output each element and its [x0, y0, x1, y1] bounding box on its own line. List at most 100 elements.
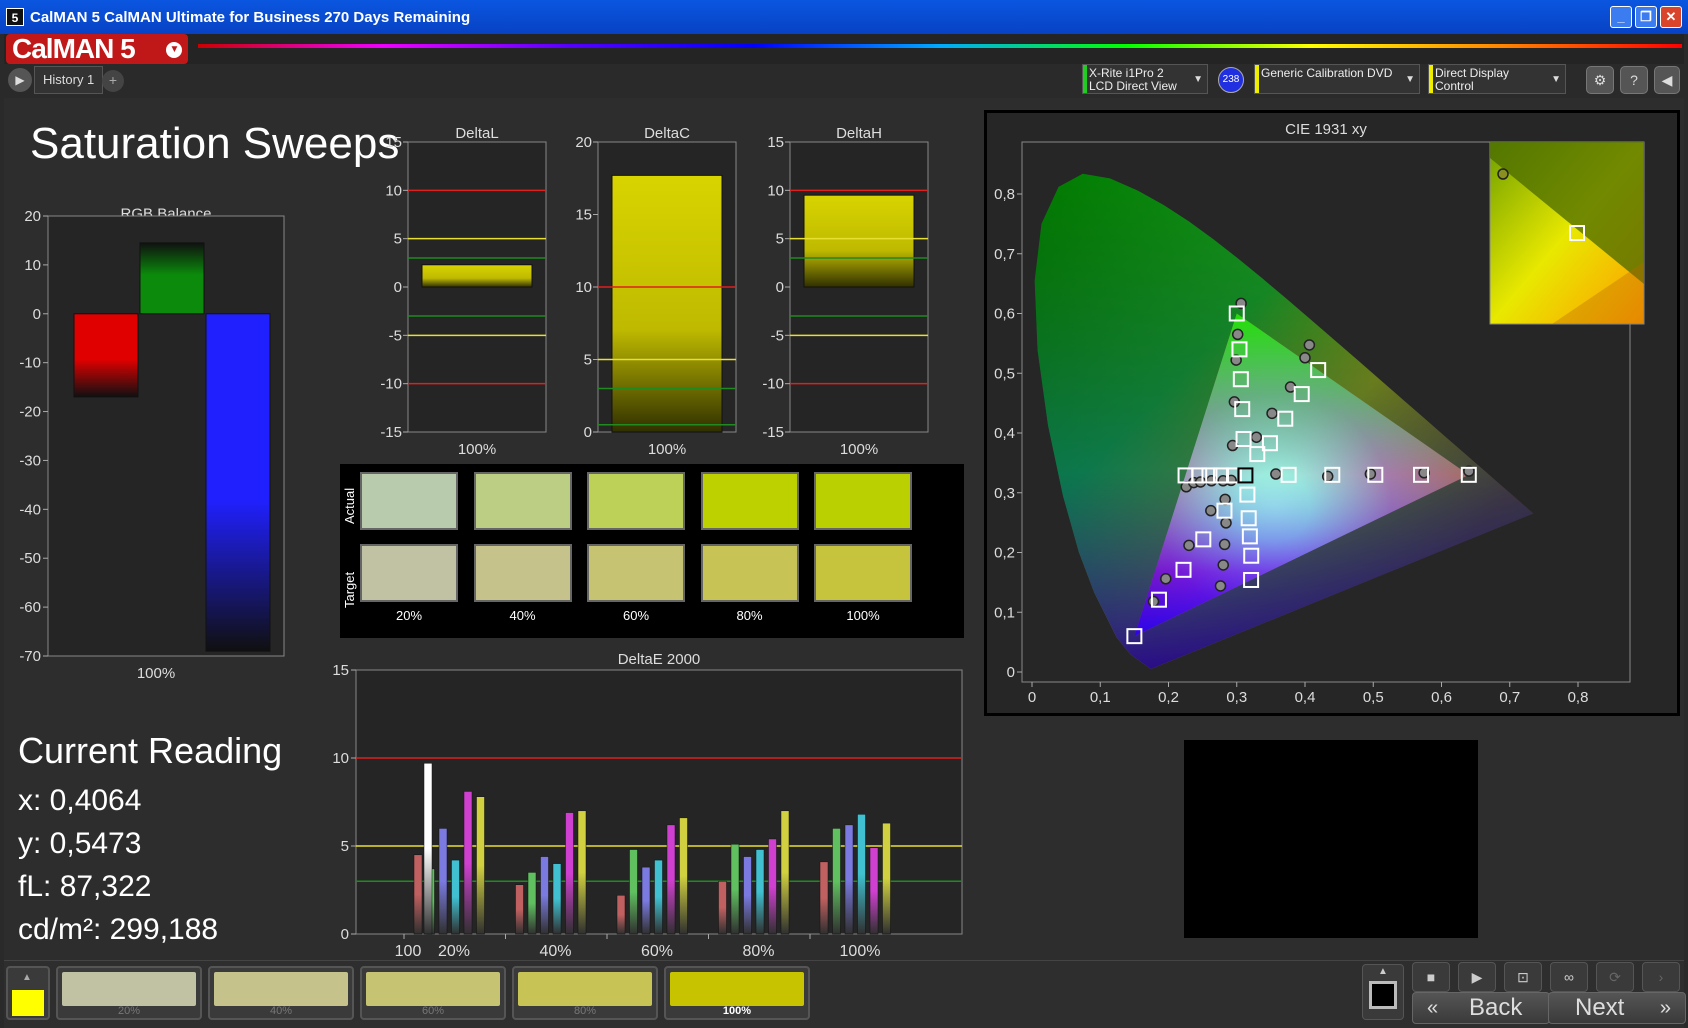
- measure-single-icon[interactable]: ⊡: [1504, 962, 1542, 992]
- rgb-balance-chart: RGB Balance20100-10-20-30-40-50-60-70100…: [19, 208, 285, 682]
- refresh-icon[interactable]: ⟳: [1596, 962, 1634, 992]
- actual-swatch: [814, 472, 912, 530]
- play-arrow-icon[interactable]: ▶: [8, 68, 32, 92]
- measured-point: [1321, 470, 1334, 483]
- x-tick-label: 0,3: [1226, 689, 1247, 706]
- deltae-bar: [819, 861, 829, 935]
- point-swatch-fill: [214, 972, 348, 1006]
- swatch-column-label: 80%: [736, 608, 763, 623]
- deltae-bar: [666, 824, 676, 935]
- x-tick-label: 0,7: [1499, 689, 1520, 706]
- meter-badge[interactable]: 238: [1218, 67, 1244, 93]
- x-tick-label: 0,4: [1295, 689, 1316, 706]
- deltae-2000-chart: DeltaE 2000 15 10 5 0 100 20% 40% 60% 80% 100%: [332, 651, 963, 960]
- swatch-grid: Actual Target 20% 40% 60% 80% 100%: [340, 464, 964, 638]
- tab-history-1[interactable]: History 1: [34, 66, 104, 94]
- measured-point: [1147, 595, 1160, 608]
- y-tick-label: 0,6: [994, 306, 1015, 323]
- measured-point: [1214, 580, 1227, 592]
- measured-point: [1231, 328, 1244, 341]
- point-swatch-button[interactable]: 100%: [664, 966, 810, 1020]
- calman-menu-button[interactable]: CalMAN 5 ▼: [6, 34, 188, 64]
- point-swatch-label: 100%: [722, 1005, 752, 1017]
- deltae-bar: [540, 856, 549, 935]
- y-tick-label: 5: [584, 352, 592, 369]
- measured-point: [1266, 407, 1278, 420]
- deltae-bar: [527, 872, 537, 935]
- y-tick-label: 0,5: [994, 365, 1015, 382]
- deltae-bar: [565, 812, 574, 935]
- source-color-stripe: [1255, 65, 1259, 93]
- continuous-icon[interactable]: ∞: [1550, 962, 1588, 992]
- stop-icon[interactable]: ■: [1412, 962, 1450, 992]
- add-tab-button[interactable]: +: [102, 70, 124, 92]
- source-name: Generic Calibration DVD: [1261, 66, 1393, 80]
- minimize-button[interactable]: _: [1610, 6, 1632, 28]
- chevron-left-icon[interactable]: ◀: [1654, 66, 1680, 94]
- deltae-bar: [718, 880, 727, 935]
- x-tick-label: 100%: [840, 943, 881, 960]
- play-icon[interactable]: ▶: [1458, 962, 1496, 992]
- measured-point: [1205, 504, 1217, 517]
- swatch-column-label: 20%: [395, 608, 423, 623]
- deltae-bar: [780, 810, 790, 935]
- meter-selector[interactable]: X-Rite i1Pro 2 LCD Direct View ▼: [1082, 64, 1208, 94]
- back-button[interactable]: « Back: [1412, 992, 1550, 1024]
- deltae-bar: [832, 828, 841, 935]
- stop-measure-button[interactable]: ▲: [1362, 964, 1404, 1020]
- y-tick-label: 10: [767, 182, 784, 199]
- measured-point: [1303, 339, 1316, 351]
- gear-icon[interactable]: ⚙: [1586, 66, 1614, 94]
- x-tick-label: 0,2: [1158, 689, 1179, 706]
- reading-x: x: 0,4064: [18, 784, 142, 817]
- maximize-button[interactable]: ❐: [1635, 6, 1657, 28]
- deltae-bar: [552, 863, 562, 935]
- y-tick-label: 0: [584, 424, 592, 441]
- delta-bar: [611, 174, 723, 433]
- close-button[interactable]: ✕: [1660, 6, 1682, 28]
- point-swatch-button[interactable]: 20%: [56, 966, 202, 1020]
- current-color-fill: [12, 990, 44, 1016]
- app-window: 5 CalMAN 5 CalMAN Ultimate for Business …: [0, 0, 1688, 1028]
- deltae-bar: [857, 814, 866, 935]
- y-tick-label: 5: [776, 231, 784, 248]
- deltae-bar: [679, 817, 688, 935]
- y-tick-label: -5: [771, 327, 784, 344]
- display-selector[interactable]: Direct Display Control ▼: [1428, 64, 1566, 94]
- next-button[interactable]: Next »: [1548, 992, 1686, 1024]
- source-selector[interactable]: Generic Calibration DVD ▼: [1254, 64, 1420, 94]
- deltae-bar: [438, 828, 448, 935]
- delta-bar: [421, 264, 533, 288]
- actual-swatch: [360, 472, 458, 530]
- point-swatch-button[interactable]: 40%: [208, 966, 354, 1020]
- y-tick-label: -30: [19, 452, 41, 469]
- x-tick-label: 0: [1028, 689, 1036, 706]
- y-tick-label: -5: [389, 327, 402, 344]
- measured-point: [1250, 431, 1263, 443]
- help-icon[interactable]: ?: [1620, 66, 1648, 94]
- y-tick-label: 20: [575, 134, 592, 151]
- y-tick-label: 0: [341, 926, 349, 943]
- x-tick-label: 20%: [438, 943, 470, 960]
- current-color-swatch[interactable]: ▲: [6, 966, 50, 1020]
- chevron-right-icon[interactable]: ›: [1642, 962, 1680, 992]
- inset-measured-point: [1497, 168, 1509, 180]
- window-title: CalMAN 5 CalMAN Ultimate for Business 27…: [30, 8, 471, 26]
- swatch-column-label: 40%: [509, 608, 536, 623]
- y-tick-label: 0,4: [994, 425, 1015, 442]
- delta-chart-title: DeltaC: [644, 125, 690, 142]
- x-tick-label: 100%: [137, 665, 175, 682]
- deltae-bar: [654, 859, 663, 935]
- y-tick-label: -15: [762, 424, 784, 441]
- point-swatch-button[interactable]: 80%: [512, 966, 658, 1020]
- deltae-bar: [413, 854, 423, 935]
- x-tick-label: 40%: [539, 943, 571, 960]
- target-swatch: [473, 544, 572, 602]
- logo-bar: CalMAN 5 ▼: [4, 34, 1684, 64]
- x-tick-label: 0,5: [1363, 689, 1384, 706]
- deltae-bar: [616, 895, 626, 935]
- y-tick-label: -10: [19, 355, 41, 372]
- point-swatch-button[interactable]: 60%: [360, 966, 506, 1020]
- delta-chart-title: DeltaH: [836, 125, 882, 142]
- point-swatch-label: 20%: [117, 1005, 141, 1017]
